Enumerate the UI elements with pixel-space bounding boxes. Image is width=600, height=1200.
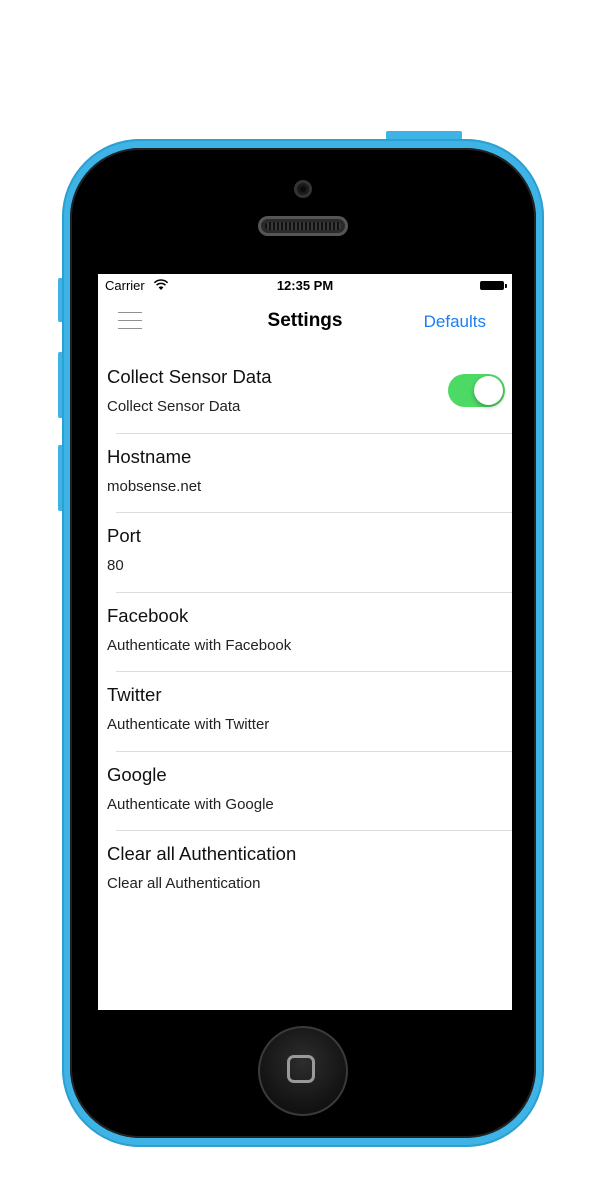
home-button-icon: [287, 1055, 315, 1083]
status-time: 12:35 PM: [276, 278, 334, 293]
settings-row-clear-authentication[interactable]: Clear all Authentication Clear all Authe…: [98, 831, 512, 911]
earpiece-speaker-icon: [258, 216, 348, 236]
row-subtitle: Authenticate with Twitter: [107, 716, 270, 733]
row-title: Collect Sensor Data: [107, 366, 272, 387]
battery-icon: [480, 281, 507, 290]
defaults-button[interactable]: Defaults: [424, 312, 486, 332]
row-title: Hostname: [107, 445, 192, 467]
settings-row-google[interactable]: Google Authenticate with Google: [98, 752, 512, 831]
settings-row-hostname[interactable]: Hostname mobsense.net: [98, 434, 512, 513]
status-bar: Carrier 12:35 PM: [98, 274, 512, 296]
front-camera-icon: [294, 180, 312, 198]
app-screen: Carrier 12:35 PM Settings Defaults Colle…: [98, 274, 512, 1010]
home-button[interactable]: [258, 1026, 348, 1116]
row-title: Port: [107, 525, 141, 546]
settings-list: Collect Sensor Data Collect Sensor Data …: [98, 354, 512, 911]
row-subtitle: mobsense.net: [107, 477, 202, 495]
row-title: Google: [107, 763, 167, 785]
collect-sensor-data-toggle[interactable]: [448, 374, 505, 407]
row-subtitle: 80: [107, 557, 124, 574]
row-title: Clear all Authentication: [107, 843, 297, 864]
settings-row-collect-sensor-data[interactable]: Collect Sensor Data Collect Sensor Data: [98, 354, 512, 434]
row-subtitle: Clear all Authentication: [107, 875, 261, 892]
settings-row-twitter[interactable]: Twitter Authenticate with Twitter: [98, 672, 512, 752]
settings-row-facebook[interactable]: Facebook Authenticate with Facebook: [98, 593, 512, 672]
row-subtitle: Authenticate with Facebook: [107, 636, 292, 654]
row-subtitle: Authenticate with Google: [107, 795, 274, 813]
navigation-bar: Settings Defaults: [98, 296, 512, 346]
row-title: Facebook: [107, 604, 189, 626]
row-title: Twitter: [107, 684, 162, 705]
row-subtitle: Collect Sensor Data: [107, 398, 241, 415]
toggle-knob: [474, 376, 503, 405]
settings-row-port[interactable]: Port 80: [98, 513, 512, 593]
